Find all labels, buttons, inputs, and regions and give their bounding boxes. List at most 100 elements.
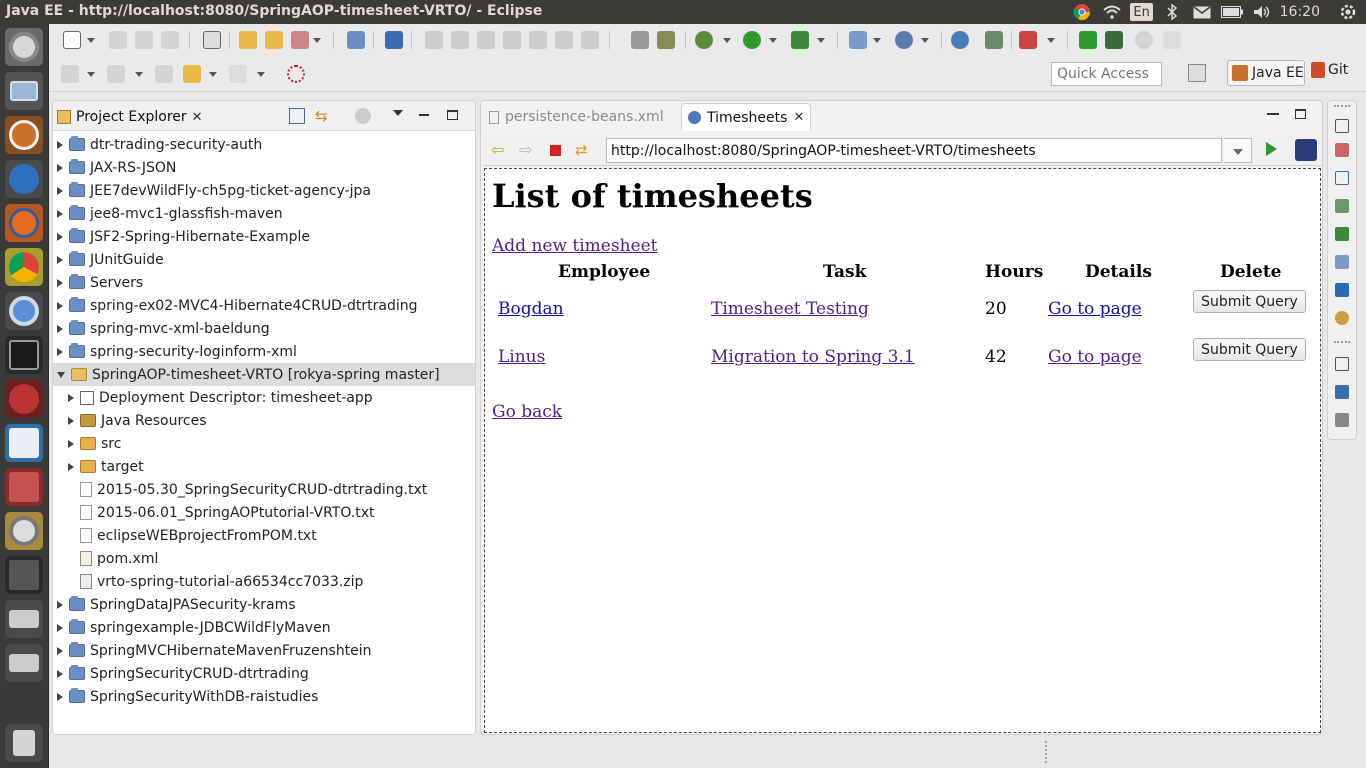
properties-view-icon[interactable] [1335,171,1349,185]
task-link[interactable]: Timesheet Testing [711,299,869,319]
collapse-arrow-icon[interactable] [57,371,65,378]
focus-on-active-task-icon[interactable] [355,108,371,124]
bluetooth-icon[interactable] [1160,0,1184,24]
jar-export-icon[interactable] [1019,31,1037,49]
monitor-app-icon[interactable] [5,72,43,110]
chrome-icon[interactable] [5,248,43,286]
save-icon[interactable] [109,31,127,49]
delete-submit-button[interactable]: Submit Query [1193,290,1306,313]
expand-arrow-icon[interactable] [57,623,63,632]
hand-icon[interactable] [1163,31,1181,49]
restore-icon[interactable] [1335,119,1349,133]
trim-handle[interactable] [1334,105,1350,107]
progress-view-icon[interactable] [1335,311,1349,325]
console-view-icon[interactable] [1335,283,1349,297]
wifi-icon[interactable] [1100,0,1124,24]
tree-item[interactable]: src [53,432,475,455]
toggle-breakpoints-icon[interactable] [385,31,403,49]
chrome-indicator-icon[interactable] [1070,0,1094,24]
tree-item[interactable]: 2015-06.01_SpringAOPtutorial-VRTO.txt [53,501,475,524]
tree-item[interactable]: 2015-05.30_SpringSecurityCRUD-dtrtrading… [53,478,475,501]
view-menu-icon[interactable] [393,110,403,116]
collapse-all-icon[interactable] [289,108,305,124]
wand-dropdown-icon[interactable] [313,38,321,43]
disconnect-icon[interactable] [503,31,521,49]
tree-item[interactable]: SpringSecurityWithDB-raistudies [53,685,475,708]
ruby-app-icon[interactable] [5,380,43,418]
go-back-link[interactable]: Go back [492,402,562,422]
go-icon[interactable] [1266,142,1277,156]
battery-icon[interactable] [1220,0,1244,24]
forward-dropdown-icon[interactable] [257,72,265,77]
profile-server-icon[interactable] [1105,31,1123,49]
tree-item[interactable]: eclipseWEBprojectFromPOM.txt [53,524,475,547]
console-icon[interactable] [631,31,649,49]
delete-submit-button[interactable]: Submit Query [1193,338,1306,361]
step-into-icon[interactable] [529,31,547,49]
workspace-switcher-icon[interactable] [5,556,43,594]
clock[interactable]: 16:20 [1280,4,1320,20]
search-icon[interactable] [985,31,1003,49]
open-type-icon[interactable] [239,31,257,49]
expand-arrow-icon[interactable] [57,669,63,678]
servers-view-icon[interactable] [1335,143,1349,157]
mail-icon[interactable] [1190,0,1214,24]
details-link[interactable]: Go to page [1048,299,1142,319]
terminate-icon[interactable] [477,31,495,49]
binary-icon[interactable] [203,31,221,49]
tree-item[interactable]: spring-ex02-MVC4-Hibernate4CRUD-dtrtradi… [53,294,475,317]
expand-arrow-icon[interactable] [57,209,63,218]
suspend-icon[interactable] [451,31,469,49]
tree-item[interactable]: SpringDataJPASecurity-krams [53,593,475,616]
new-dropdown-icon[interactable] [87,38,95,43]
tree-item[interactable]: JSF2-Spring-Hibernate-Example [53,225,475,248]
details-link[interactable]: Go to page [1048,347,1142,367]
drive-icon-2[interactable] [5,644,43,682]
new-icon[interactable] [63,31,81,49]
debug-dropdown-icon[interactable] [723,38,731,43]
task-list-icon[interactable] [1335,413,1349,427]
external-tools-dropdown-icon[interactable] [817,38,825,43]
maximize-icon[interactable] [1295,109,1306,119]
step-over-icon[interactable] [555,31,573,49]
dash-home-icon[interactable] [5,28,43,66]
tree-item[interactable]: vrto-spring-tutorial-a66534cc7033.zip [53,570,475,593]
employee-link[interactable]: Bogdan [498,299,564,319]
forward-icon[interactable] [229,65,247,83]
close-icon[interactable]: ✕ [192,110,203,125]
tree-item[interactable]: Servers [53,271,475,294]
open-external-browser-icon[interactable] [1295,139,1317,161]
previous-annotation-icon[interactable] [107,65,125,83]
expand-arrow-icon[interactable] [57,347,63,356]
expand-arrow-icon[interactable] [68,416,74,425]
mysql-workbench-icon[interactable] [5,424,43,462]
minimize-icon[interactable] [1267,113,1279,115]
previous-annotation-dropdown-icon[interactable] [135,72,143,77]
back-icon[interactable] [183,65,201,83]
tree-item[interactable]: spring-mvc-xml-baeldung [53,317,475,340]
new-server-icon[interactable] [849,31,867,49]
open-task-icon[interactable] [347,31,365,49]
power-gear-icon[interactable] [1336,0,1360,24]
terminal-icon[interactable] [5,336,43,374]
firefox-icon[interactable] [5,204,43,242]
new-server-dropdown-icon[interactable] [873,38,881,43]
pin-editor-icon[interactable] [287,65,305,83]
expand-arrow-icon[interactable] [68,462,74,471]
debug-icon[interactable] [695,31,713,49]
quick-access-input[interactable] [1051,62,1162,86]
minimize-icon[interactable] [419,114,429,116]
expand-arrow-icon[interactable] [57,140,63,149]
employee-link[interactable]: Linus [498,347,545,367]
trash-icon[interactable] [5,724,43,762]
next-annotation-dropdown-icon[interactable] [87,72,95,77]
drive-icon[interactable] [5,600,43,638]
tree-item[interactable]: JUnitGuide [53,248,475,271]
forward-arrow-icon[interactable]: ⇨ [519,142,535,158]
tree-item[interactable]: Java Resources [53,409,475,432]
web-service-icon[interactable] [895,31,913,49]
restore-icon[interactable] [1335,357,1349,371]
jar-export-dropdown-icon[interactable] [1047,38,1055,43]
save-all-icon[interactable] [135,31,153,49]
wand-icon[interactable] [291,31,309,49]
